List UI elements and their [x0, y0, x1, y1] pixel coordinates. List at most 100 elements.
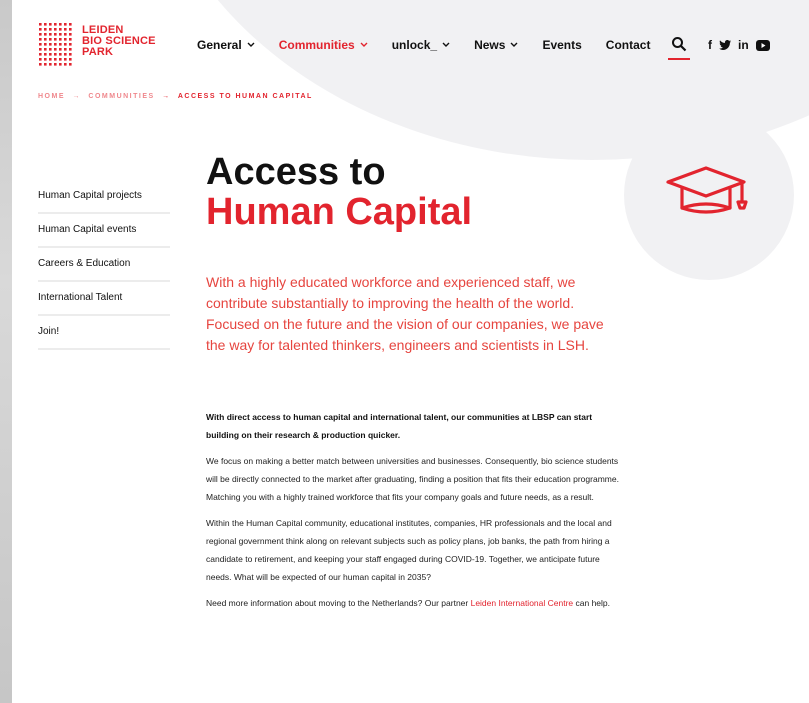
chevron-down-icon [510, 42, 518, 47]
logo-dot [39, 43, 42, 46]
chevron-down-icon [442, 42, 450, 47]
breadcrumb-home[interactable]: HOME [38, 93, 65, 100]
logo-dot [39, 23, 42, 26]
logo-dot [69, 43, 72, 46]
breadcrumb: HOME → COMMUNITIES → ACCESS TO HUMAN CAP… [38, 93, 313, 100]
logo-dot [69, 28, 72, 31]
page-title-line2: Human Capital [206, 191, 473, 233]
logo-dot [39, 58, 42, 61]
logo-dot [44, 58, 47, 61]
paragraph-text: Need more information about moving to th… [206, 598, 471, 608]
chevron-down-icon [360, 42, 368, 47]
logo-dot [64, 58, 67, 61]
logo-dot [54, 33, 57, 36]
logo-dot [54, 53, 57, 56]
logo-dot [49, 33, 52, 36]
breadcrumb-communities[interactable]: COMMUNITIES [88, 93, 154, 100]
logo-dot [54, 38, 57, 41]
logo-dot [59, 38, 62, 41]
logo-dot [59, 33, 62, 36]
logo-dot [49, 38, 52, 41]
logo-dot [39, 28, 42, 31]
logo-text: LEIDEN BIO SCIENCE PARK [82, 24, 156, 58]
logo-dot [64, 23, 67, 26]
intro-paragraph: With a highly educated workforce and exp… [206, 274, 604, 353]
nav-contact[interactable]: Contact [606, 38, 651, 52]
logo-dot [59, 23, 62, 26]
logo-dot [44, 23, 47, 26]
page: LEIDEN BIO SCIENCE PARK General Communit… [12, 0, 809, 703]
breadcrumb-separator: → [162, 93, 171, 100]
logo-dot [69, 33, 72, 36]
paragraph-text: can help. [573, 598, 611, 608]
logo-dot [54, 23, 57, 26]
logo-dot [49, 58, 52, 61]
logo-dot [44, 48, 47, 51]
logo-dot [64, 48, 67, 51]
page-title: Access to Human Capital [206, 152, 472, 232]
twitter-icon[interactable] [719, 40, 731, 50]
nav-communities[interactable]: Communities [279, 38, 368, 52]
body-paragraph: Need more information about moving to th… [206, 594, 626, 612]
main-nav: General Communities unlock_ News Events … [197, 38, 674, 52]
logo-dot [39, 38, 42, 41]
logo-dot [59, 58, 62, 61]
sidebar-item-human-capital-events[interactable]: Human Capital events [38, 214, 170, 248]
sidebar-nav: Human Capital projects Human Capital eve… [38, 180, 170, 350]
logo-dot [64, 38, 67, 41]
site-logo[interactable]: LEIDEN BIO SCIENCE PARK [38, 22, 168, 68]
logo-dot [69, 53, 72, 56]
logo-dot [69, 23, 72, 26]
site-header: LEIDEN BIO SCIENCE PARK General Communit… [12, 0, 809, 90]
logo-dot [69, 48, 72, 51]
facebook-icon[interactable]: f [708, 38, 712, 52]
logo-dot [64, 28, 67, 31]
logo-dot [39, 53, 42, 56]
logo-dot [44, 38, 47, 41]
search-icon [672, 37, 687, 52]
body-paragraph: We focus on making a better match betwee… [206, 456, 619, 502]
logo-dot [49, 48, 52, 51]
lead-paragraph: With direct access to human capital and … [206, 412, 593, 440]
nav-news[interactable]: News [474, 38, 518, 52]
logo-dot [54, 48, 57, 51]
sidebar-item-join[interactable]: Join! [38, 316, 170, 350]
logo-dot [44, 33, 47, 36]
logo-dot [44, 43, 47, 46]
logo-dot [59, 63, 62, 66]
logo-dot [64, 53, 67, 56]
breadcrumb-current: ACCESS TO HUMAN CAPITAL [177, 93, 313, 100]
logo-dot [59, 43, 62, 46]
logo-dot [59, 28, 62, 31]
social-links: f in [708, 38, 770, 52]
logo-dot [69, 58, 72, 61]
logo-dot-grid-icon [39, 23, 72, 66]
logo-dot [54, 43, 57, 46]
logo-dot [44, 28, 47, 31]
search-button[interactable] [668, 34, 690, 60]
logo-dot [59, 53, 62, 56]
leiden-international-centre-link[interactable]: Leiden International Centre [471, 598, 574, 608]
body-paragraph: Within the Human Capital community, educ… [206, 518, 612, 582]
logo-dot [69, 63, 72, 66]
linkedin-icon[interactable]: in [738, 38, 749, 52]
logo-dot [44, 53, 47, 56]
body-content: With direct access to human capital and … [206, 408, 626, 620]
logo-dot [69, 38, 72, 41]
logo-dot [39, 33, 42, 36]
logo-dot [54, 63, 57, 66]
logo-dot [49, 63, 52, 66]
sidebar-item-international-talent[interactable]: International Talent [38, 282, 170, 316]
nav-unlock[interactable]: unlock_ [392, 38, 450, 52]
logo-dot [59, 48, 62, 51]
logo-dot [39, 63, 42, 66]
logo-dot [54, 28, 57, 31]
nav-general[interactable]: General [197, 38, 255, 52]
youtube-icon[interactable] [755, 39, 770, 51]
logo-dot [64, 33, 67, 36]
nav-events[interactable]: Events [542, 38, 581, 52]
sidebar-item-human-capital-projects[interactable]: Human Capital projects [38, 180, 170, 214]
logo-dot [54, 58, 57, 61]
logo-dot [49, 28, 52, 31]
sidebar-item-careers-education[interactable]: Careers & Education [38, 248, 170, 282]
